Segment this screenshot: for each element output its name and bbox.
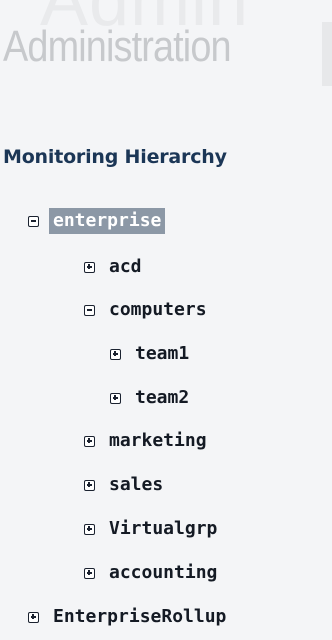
expand-icon[interactable] bbox=[84, 435, 95, 447]
tree-node-enterpriserollup[interactable]: EnterpriseRollup bbox=[28, 602, 230, 632]
tree-node-label[interactable]: EnterpriseRollup bbox=[49, 604, 230, 630]
expand-icon[interactable] bbox=[84, 261, 95, 273]
expand-icon[interactable] bbox=[84, 523, 95, 535]
tree-node-label[interactable]: team2 bbox=[131, 385, 193, 411]
tree-node-accounting[interactable]: accounting bbox=[84, 558, 221, 588]
page-title: Administration bbox=[3, 22, 232, 71]
expand-icon[interactable] bbox=[28, 611, 39, 623]
tree-node-label[interactable]: acd bbox=[105, 254, 146, 280]
tree-node-virtualgrp[interactable]: Virtualgrp bbox=[84, 514, 221, 544]
tree-node-label[interactable]: marketing bbox=[105, 428, 211, 454]
tree-node-team1[interactable]: team1 bbox=[110, 339, 193, 369]
tree-node-marketing[interactable]: marketing bbox=[84, 426, 211, 456]
tree-node-label[interactable]: enterprise bbox=[49, 208, 166, 234]
expand-icon[interactable] bbox=[84, 567, 95, 579]
expand-icon[interactable] bbox=[84, 479, 95, 491]
tree-node-label[interactable]: team1 bbox=[131, 341, 193, 367]
header-edge-decoration bbox=[322, 22, 332, 86]
tree-node-sales[interactable]: sales bbox=[84, 470, 167, 500]
tree-node-acd[interactable]: acd bbox=[84, 252, 146, 282]
expand-icon[interactable] bbox=[110, 348, 121, 360]
tree-node-label[interactable]: sales bbox=[105, 472, 167, 498]
tree-node-enterprise[interactable]: enterprise bbox=[28, 206, 166, 236]
expand-icon[interactable] bbox=[110, 392, 121, 404]
page-header: Admin Administration bbox=[0, 0, 332, 110]
collapse-icon[interactable] bbox=[84, 304, 95, 316]
tree-node-label[interactable]: accounting bbox=[105, 560, 221, 586]
collapse-icon[interactable] bbox=[28, 215, 39, 227]
tree-node-computers[interactable]: computers bbox=[84, 295, 211, 325]
tree-node-label[interactable]: computers bbox=[105, 297, 211, 323]
section-title: Monitoring Hierarchy bbox=[3, 146, 227, 168]
tree-node-team2[interactable]: team2 bbox=[110, 383, 193, 413]
tree-node-label[interactable]: Virtualgrp bbox=[105, 516, 221, 542]
